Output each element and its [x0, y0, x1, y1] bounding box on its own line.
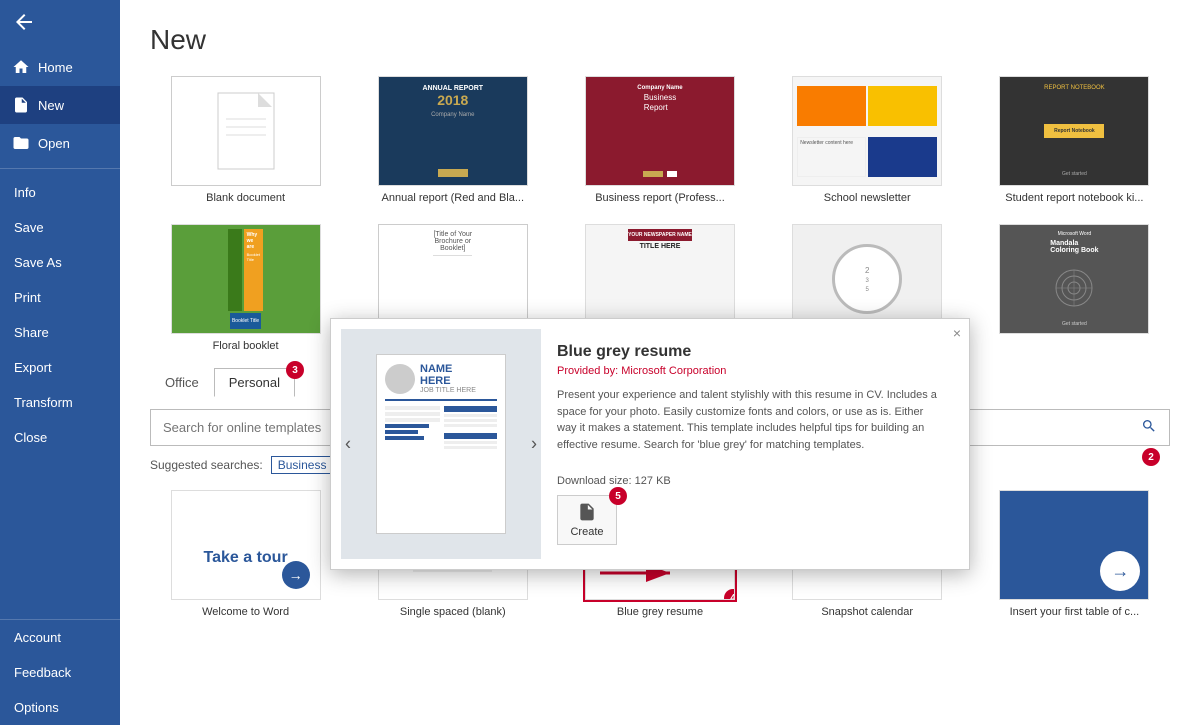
template-mandala[interactable]: Microsoft Word MandalaColoring Book Get … — [979, 224, 1170, 352]
sidebar-item-feedback[interactable]: Feedback — [0, 655, 120, 690]
suggested-business[interactable]: Business — [271, 456, 334, 474]
sidebar-open-label: Open — [38, 136, 70, 151]
sidebar-item-home[interactable]: Home — [0, 48, 120, 86]
popup-next-button[interactable]: › — [531, 434, 537, 455]
template-blank-thumb — [171, 76, 321, 186]
sidebar-item-account[interactable]: Account — [0, 620, 120, 655]
template-student-thumb: Report Notebook Report Notebook Get star… — [999, 76, 1149, 186]
sidebar: Home New Open Info Save Save As Print Sh… — [0, 0, 120, 725]
sidebar-item-export[interactable]: Export — [0, 350, 120, 385]
annotation-4: 4 — [724, 589, 735, 600]
popup-description: Present your experience and talent styli… — [557, 387, 943, 467]
sidebar-item-info[interactable]: Info — [0, 175, 120, 210]
template-calendar-label: Snapshot calendar — [821, 606, 913, 618]
sidebar-item-print[interactable]: Print — [0, 280, 120, 315]
template-insert-table[interactable]: → Insert your first table of c... — [979, 490, 1170, 618]
page-title: New — [150, 24, 1170, 56]
sidebar-item-save-as[interactable]: Save As — [0, 245, 120, 280]
template-school-newsletter[interactable]: Newsletter content here School newslette… — [772, 76, 963, 204]
popup-info: Blue grey resume Provided by: Microsoft … — [541, 329, 959, 559]
search-button[interactable] — [1129, 410, 1169, 445]
sidebar-item-share[interactable]: Share — [0, 315, 120, 350]
template-single-label: Single spaced (blank) — [400, 606, 506, 618]
sidebar-home-label: Home — [38, 60, 73, 75]
template-business-thumb: Company Name BusinessReport — [585, 76, 735, 186]
sidebar-item-close[interactable]: Close — [0, 420, 120, 455]
annotation-2: 2 — [1142, 448, 1160, 466]
template-annual-label: Annual report (Red and Bla... — [382, 192, 524, 204]
open-icon — [12, 134, 30, 152]
template-resume-label: Blue grey resume — [617, 606, 703, 618]
annotation-3: 3 — [286, 361, 304, 379]
template-blank-label: Blank document — [206, 192, 285, 204]
blank-doc-icon — [216, 91, 276, 171]
back-icon — [12, 10, 36, 34]
template-tour-label: Welcome to Word — [202, 606, 289, 618]
top-template-grid: Blank document ANNUAL REPORT 2018 Compan… — [150, 76, 1170, 204]
tab-personal[interactable]: Personal 3 — [214, 368, 295, 397]
popup-download-size: Download size: 127 KB — [557, 475, 943, 487]
annotation-5: 5 — [609, 487, 627, 505]
sidebar-item-options[interactable]: Options — [0, 690, 120, 725]
popup-create-button[interactable]: Create — [557, 495, 617, 545]
sidebar-item-save[interactable]: Save — [0, 210, 120, 245]
template-floral-thumb: Why we are Booklet Title Booklet Title — [171, 224, 321, 334]
popup-provider-name: Microsoft Corporation — [621, 365, 726, 377]
sidebar-bottom: Account Feedback Options — [0, 619, 120, 725]
template-table-thumb: → — [999, 490, 1149, 600]
sidebar-item-open[interactable]: Open — [0, 124, 120, 162]
document-icon — [577, 502, 597, 522]
back-button[interactable] — [0, 0, 120, 44]
template-business-label: Business report (Profess... — [595, 192, 725, 204]
template-school-label: School newsletter — [824, 192, 911, 204]
template-floral-label: Floral booklet — [213, 340, 279, 352]
template-annual-report[interactable]: ANNUAL REPORT 2018 Company Name Annual r… — [357, 76, 548, 204]
template-take-tour[interactable]: Take a tour → Welcome to Word — [150, 490, 341, 618]
template-table-label: Insert your first table of c... — [1010, 606, 1140, 618]
search-icon — [1141, 418, 1157, 434]
popup-size-value: 127 KB — [635, 475, 671, 487]
tab-office[interactable]: Office — [150, 368, 214, 397]
popup-provider-label: Provided by: — [557, 365, 618, 377]
popup-overlay: × ‹ NAMEHERE JOB TITLE HERE — [330, 318, 970, 570]
template-annual-thumb: ANNUAL REPORT 2018 Company Name — [378, 76, 528, 186]
template-tour-thumb: Take a tour → — [171, 490, 321, 600]
template-mandala-thumb: Microsoft Word MandalaColoring Book Get … — [999, 224, 1149, 334]
template-student-report[interactable]: Report Notebook Report Notebook Get star… — [979, 76, 1170, 204]
sidebar-item-transform[interactable]: Transform — [0, 385, 120, 420]
template-floral-booklet[interactable]: Why we are Booklet Title Booklet Title F… — [150, 224, 341, 352]
popup-close-button[interactable]: × — [953, 325, 961, 341]
sidebar-new-label: New — [38, 98, 64, 113]
sidebar-item-new[interactable]: New — [0, 86, 120, 124]
main-content: New Blank document ANNUAL REPORT 2018 Co… — [120, 0, 1200, 725]
template-business-report[interactable]: Company Name BusinessReport Business rep… — [564, 76, 755, 204]
sidebar-divider-1 — [0, 168, 120, 169]
tab-personal-label: Personal — [229, 375, 280, 390]
home-icon — [12, 58, 30, 76]
template-blank[interactable]: Blank document — [150, 76, 341, 204]
popup-preview: ‹ NAMEHERE JOB TITLE HERE — [341, 329, 541, 559]
popup-create-label: Create — [570, 526, 603, 538]
popup-prev-button[interactable]: ‹ — [345, 434, 351, 455]
template-school-thumb: Newsletter content here — [792, 76, 942, 186]
suggested-label: Suggested searches: — [150, 458, 263, 472]
popup-provider: Provided by: Microsoft Corporation — [557, 365, 943, 377]
sidebar-nav: Home New Open Info Save Save As Print Sh… — [0, 44, 120, 619]
template-student-label: Student report notebook ki... — [1005, 192, 1143, 204]
popup-title: Blue grey resume — [557, 343, 943, 361]
popup-download-label: Download size: — [557, 475, 632, 487]
new-icon — [12, 96, 30, 114]
